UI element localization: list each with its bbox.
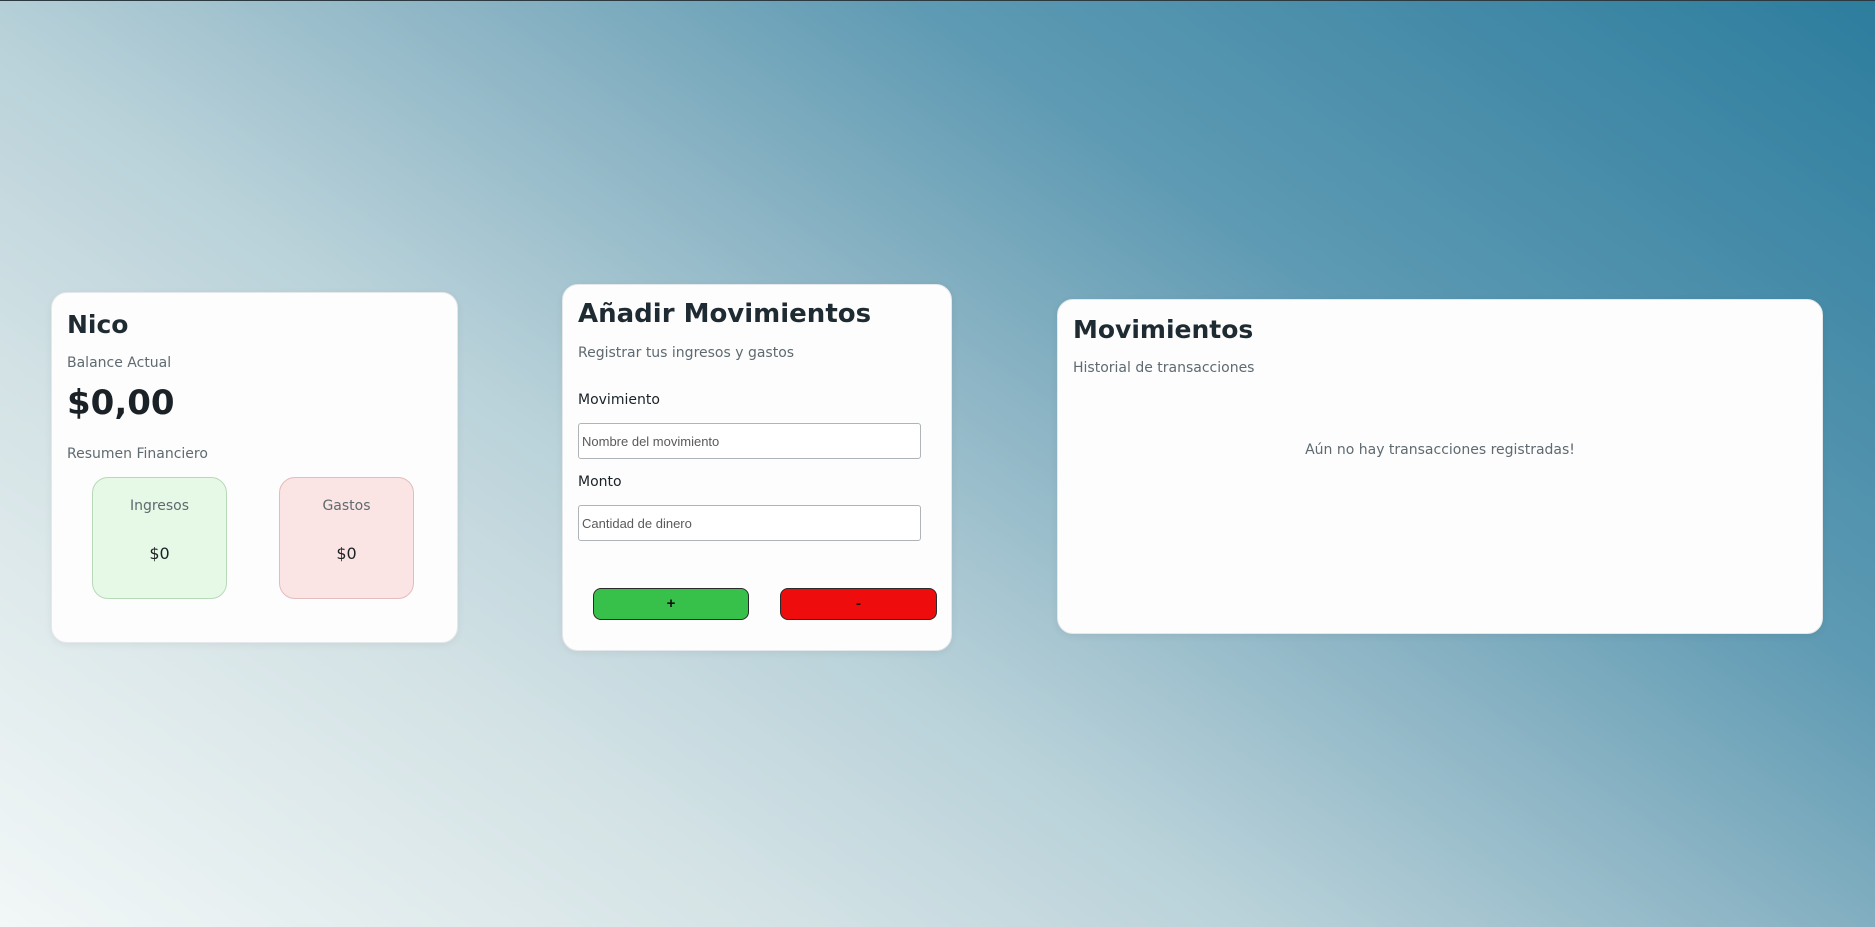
balance-label: Balance Actual <box>67 355 172 371</box>
empty-history-message: Aún no hay transacciones registradas! <box>1305 442 1575 458</box>
income-label: Ingresos <box>129 498 190 514</box>
movement-name-input[interactable] <box>578 423 921 459</box>
add-expense-button[interactable]: - <box>780 588 937 620</box>
add-movement-card: Añadir Movimientos Registrar tus ingreso… <box>562 284 952 651</box>
income-summary: Ingresos $0 <box>92 477 227 599</box>
add-movement-title: Añadir Movimientos <box>578 299 872 329</box>
history-subtitle: Historial de transacciones <box>1073 360 1255 376</box>
history-card: Movimientos Historial de transacciones A… <box>1057 299 1823 634</box>
add-movement-subtitle: Registrar tus ingresos y gastos <box>578 345 795 361</box>
history-title: Movimientos <box>1073 315 1254 344</box>
movement-label: Movimiento <box>578 392 660 408</box>
user-name: Nico <box>67 310 129 339</box>
expense-summary: Gastos $0 <box>279 477 414 599</box>
expense-label: Gastos <box>322 498 371 514</box>
income-value: $0 <box>149 544 170 563</box>
expense-value: $0 <box>336 544 357 563</box>
amount-label: Monto <box>578 474 622 490</box>
balance-amount: $0,00 <box>67 383 175 423</box>
balance-card: Nico Balance Actual $0,00 Resumen Financ… <box>51 292 458 643</box>
add-income-button[interactable]: + <box>593 588 749 620</box>
amount-input[interactable] <box>578 505 921 541</box>
summary-label: Resumen Financiero <box>67 446 208 462</box>
